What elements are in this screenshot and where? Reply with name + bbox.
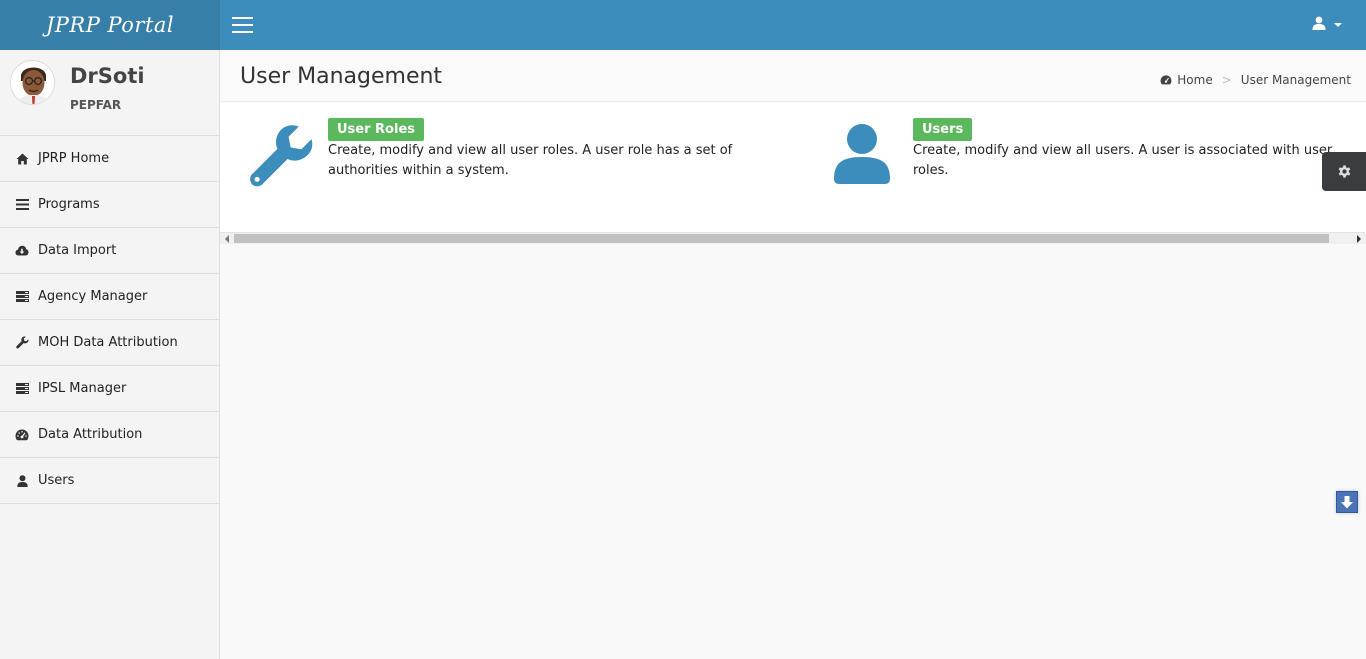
sidebar-item-data-attribution[interactable]: Data Attribution	[0, 412, 219, 458]
wrench-icon	[15, 336, 29, 350]
sidebar-item-label: Agency Manager	[38, 289, 148, 304]
scroll-down-button[interactable]	[1336, 491, 1358, 513]
breadcrumb: Home > User Management	[1160, 73, 1351, 87]
users-description: Create, modify and view all users. A use…	[913, 143, 1333, 178]
app-logo[interactable]: JPRP Portal	[0, 0, 220, 50]
top-navbar: JPRP Portal	[0, 0, 1366, 50]
sidebar-item-ipsl-manager[interactable]: IPSL Manager	[0, 366, 219, 412]
user-icon	[15, 474, 29, 488]
sidebar-item-jprp-home[interactable]: JPRP Home	[0, 136, 219, 182]
user-organization: PEPFAR	[70, 98, 122, 112]
wrench-icon[interactable]	[249, 123, 315, 189]
sidebar-item-programs[interactable]: Programs	[0, 182, 219, 228]
cloud-download-icon	[15, 244, 29, 258]
sidebar-item-label: MOH Data Attribution	[38, 335, 178, 350]
user-menu-dropdown[interactable]	[1312, 16, 1342, 30]
sidebar-item-label: Data Import	[38, 243, 117, 258]
sidebar-toggle-button[interactable]	[232, 17, 253, 33]
sidebar: DrSoti PEPFAR JPRP Home Programs Data Im…	[0, 50, 220, 659]
chevron-down-icon	[1334, 23, 1342, 27]
server-icon	[15, 382, 29, 396]
sidebar-item-moh-data-attribution[interactable]: MOH Data Attribution	[0, 320, 219, 366]
home-icon	[15, 152, 29, 166]
user-roles-button[interactable]: User Roles	[328, 118, 424, 141]
user-name: DrSoti	[70, 64, 145, 88]
user-management-panel: User Roles Create, modify and view all u…	[220, 103, 1366, 233]
sidebar-item-label: Data Attribution	[38, 427, 143, 442]
page-title: User Management	[240, 64, 443, 89]
user-icon[interactable]	[834, 123, 890, 185]
avatar	[10, 60, 55, 105]
sidebar-item-agency-manager[interactable]: Agency Manager	[0, 274, 219, 320]
scrollbar-thumb[interactable]	[234, 234, 1329, 243]
dashboard-icon	[15, 428, 29, 442]
horizontal-scrollbar[interactable]	[220, 232, 1366, 244]
users-button[interactable]: Users	[913, 118, 973, 141]
arrow-down-icon	[1341, 495, 1353, 508]
bars-icon	[15, 198, 29, 212]
sidebar-item-label: Programs	[38, 197, 100, 212]
breadcrumb-current: User Management	[1240, 73, 1351, 87]
sidebar-item-label: IPSL Manager	[38, 381, 127, 396]
server-icon	[15, 290, 29, 304]
gear-icon	[1338, 165, 1350, 178]
sidebar-item-label: JPRP Home	[38, 151, 110, 166]
scroll-right-icon[interactable]	[1357, 235, 1361, 243]
sidebar-item-users[interactable]: Users	[0, 458, 219, 504]
scroll-left-icon[interactable]	[225, 235, 229, 243]
content-header: User Management Home > User Management	[220, 50, 1366, 102]
breadcrumb-home-link[interactable]: Home	[1177, 73, 1212, 87]
user-panel: DrSoti PEPFAR	[0, 50, 219, 136]
breadcrumb-separator: >	[1221, 73, 1232, 87]
user-icon	[1312, 16, 1326, 30]
user-roles-description: Create, modify and view all user roles. …	[328, 143, 733, 178]
settings-toggle-button[interactable]	[1322, 152, 1366, 191]
sidebar-item-label: Users	[38, 473, 75, 488]
sidebar-item-data-import[interactable]: Data Import	[0, 228, 219, 274]
dashboard-icon	[1160, 75, 1172, 85]
